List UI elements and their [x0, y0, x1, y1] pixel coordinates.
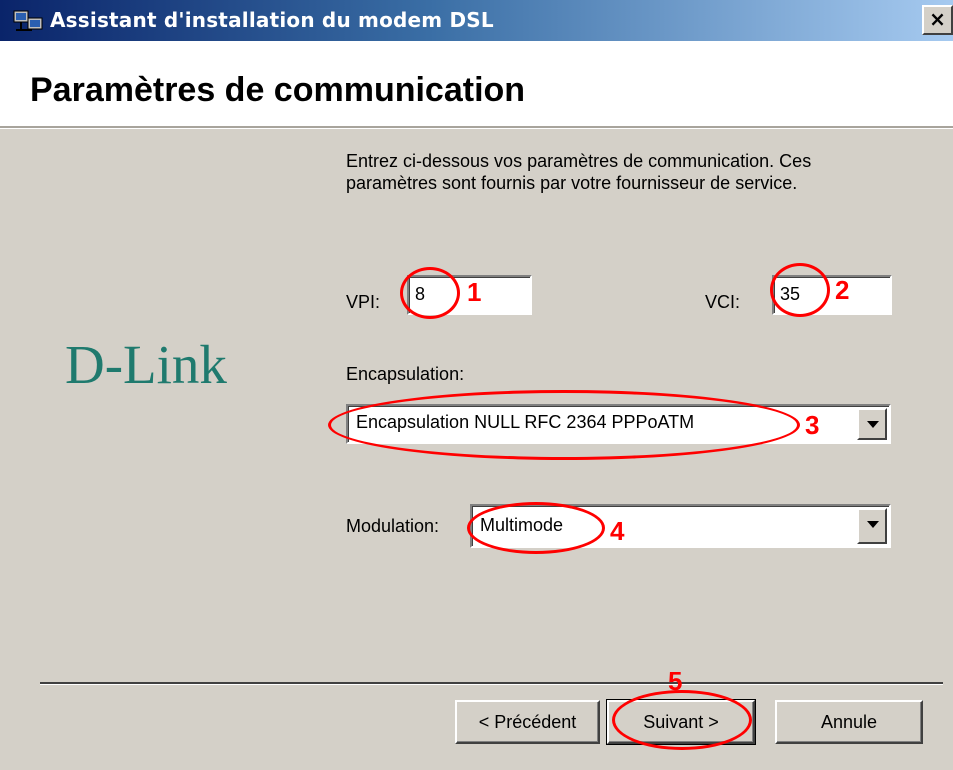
chevron-down-icon[interactable]	[857, 408, 887, 440]
network-computer-icon	[13, 10, 43, 31]
encapsulation-label: Encapsulation:	[346, 364, 465, 384]
annotation-circle-encapsulation	[328, 390, 800, 460]
close-button[interactable]: ×	[922, 5, 953, 35]
title-bar: Assistant d'installation du modem DSL ×	[0, 0, 953, 41]
back-button[interactable]: < Précédent	[455, 700, 600, 744]
dlink-logo: D-Link	[65, 334, 227, 395]
instructions-text: Entrez ci-dessous vos paramètres de comm…	[346, 151, 812, 193]
cancel-button[interactable]: Annule	[775, 700, 923, 744]
annotation-circle-next	[612, 690, 752, 750]
footer-divider	[40, 682, 943, 685]
annotation-number-1: 1	[467, 277, 482, 307]
vpi-label: VPI:	[346, 292, 381, 312]
window-title: Assistant d'installation du modem DSL	[50, 8, 494, 32]
annotation-number-4: 4	[610, 516, 625, 546]
page-title: Paramètres de communication	[30, 71, 526, 109]
modulation-label: Modulation:	[346, 516, 440, 536]
wizard-header: Paramètres de communication	[0, 41, 953, 128]
annotation-number-3: 3	[805, 410, 820, 440]
chevron-down-icon[interactable]	[857, 508, 887, 544]
annotation-number-2: 2	[835, 275, 850, 305]
annotation-circle-vpi	[400, 267, 460, 319]
annotation-circle-vci	[770, 263, 830, 317]
annotation-circle-modulation	[467, 502, 605, 554]
vci-label: VCI:	[705, 292, 741, 312]
